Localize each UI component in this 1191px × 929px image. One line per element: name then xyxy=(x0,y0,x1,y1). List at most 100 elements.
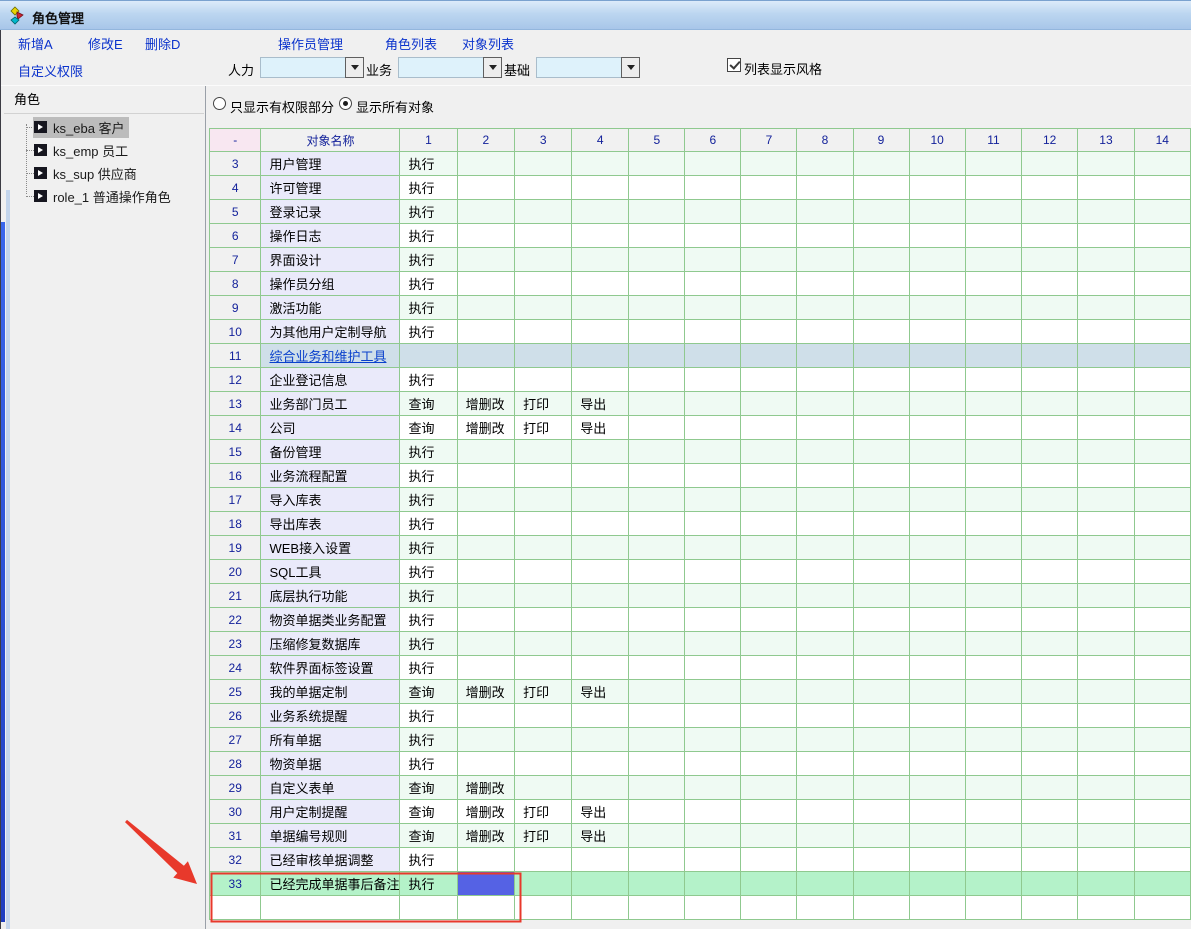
permission-cell[interactable] xyxy=(1134,728,1190,752)
permission-cell[interactable] xyxy=(1078,152,1134,176)
permission-cell[interactable] xyxy=(965,752,1021,776)
permission-cell[interactable] xyxy=(572,728,629,752)
permission-cell[interactable] xyxy=(853,680,909,704)
object-name-cell[interactable]: 业务系统提醒 xyxy=(261,704,400,728)
permission-cell[interactable] xyxy=(515,224,572,248)
permission-cell[interactable] xyxy=(1022,416,1078,440)
row-number-cell[interactable]: 15 xyxy=(210,440,261,464)
permission-cell[interactable] xyxy=(909,200,965,224)
permission-cell[interactable] xyxy=(1134,272,1190,296)
permission-cell[interactable] xyxy=(909,248,965,272)
permission-cell[interactable] xyxy=(965,728,1021,752)
permission-cell[interactable] xyxy=(1022,152,1078,176)
permission-cell[interactable] xyxy=(685,440,741,464)
permission-cell[interactable] xyxy=(629,704,685,728)
permission-cell[interactable] xyxy=(515,560,572,584)
permission-cell[interactable] xyxy=(1022,872,1078,896)
permission-cell[interactable] xyxy=(629,296,685,320)
permission-cell[interactable] xyxy=(741,224,797,248)
permission-cell[interactable]: 执行 xyxy=(400,272,457,296)
permission-cell[interactable]: 执行 xyxy=(400,848,457,872)
permission-cell[interactable] xyxy=(965,704,1021,728)
radio-show-permitted-only[interactable] xyxy=(213,97,226,110)
permission-cell[interactable] xyxy=(797,824,853,848)
permission-cell[interactable] xyxy=(685,320,741,344)
permission-cell[interactable] xyxy=(629,728,685,752)
permission-cell[interactable] xyxy=(1022,848,1078,872)
permission-cell[interactable] xyxy=(741,632,797,656)
object-name-cell[interactable]: 软件界面标签设置 xyxy=(261,656,400,680)
permission-cell[interactable] xyxy=(909,872,965,896)
permission-cell[interactable]: 查询 xyxy=(400,776,457,800)
permission-cell[interactable] xyxy=(629,440,685,464)
permission-cell[interactable] xyxy=(1078,800,1134,824)
permission-cell[interactable]: 查询 xyxy=(400,416,457,440)
permission-cell[interactable] xyxy=(1078,608,1134,632)
object-name-cell[interactable]: 企业登记信息 xyxy=(261,368,400,392)
permission-cell[interactable]: 执行 xyxy=(400,584,457,608)
permission-cell[interactable] xyxy=(797,800,853,824)
permission-cell[interactable] xyxy=(741,752,797,776)
permission-cell[interactable]: 执行 xyxy=(400,440,457,464)
permission-cell[interactable] xyxy=(572,296,629,320)
permission-cell[interactable] xyxy=(515,344,572,368)
permission-cell[interactable] xyxy=(1078,272,1134,296)
permission-cell[interactable] xyxy=(965,824,1021,848)
permission-cell[interactable] xyxy=(629,512,685,536)
permission-cell[interactable] xyxy=(1134,824,1190,848)
permission-cell[interactable] xyxy=(853,176,909,200)
object-name-cell[interactable]: 压缩修复数据库 xyxy=(261,632,400,656)
permission-cell[interactable] xyxy=(741,392,797,416)
permission-cell[interactable]: 执行 xyxy=(400,368,457,392)
permission-cell[interactable] xyxy=(457,440,515,464)
permission-cell[interactable] xyxy=(1078,512,1134,536)
permission-cell[interactable] xyxy=(797,776,853,800)
permission-cell[interactable] xyxy=(741,680,797,704)
permission-cell[interactable] xyxy=(853,344,909,368)
permission-cell[interactable] xyxy=(1078,584,1134,608)
row-number-cell[interactable]: 27 xyxy=(210,728,261,752)
object-name-cell[interactable]: 登录记录 xyxy=(261,200,400,224)
permission-cell[interactable] xyxy=(797,536,853,560)
permission-cell[interactable] xyxy=(1078,440,1134,464)
row-number-cell[interactable]: 33 xyxy=(210,872,261,896)
permission-cell[interactable] xyxy=(457,368,515,392)
object-name-cell[interactable]: 为其他用户定制导航 xyxy=(261,320,400,344)
permission-cell[interactable] xyxy=(965,872,1021,896)
permission-cell[interactable] xyxy=(1078,848,1134,872)
permission-cell[interactable] xyxy=(1078,776,1134,800)
permission-cell[interactable] xyxy=(909,344,965,368)
permission-cell[interactable]: 增删改 xyxy=(457,776,515,800)
permission-cell[interactable] xyxy=(685,248,741,272)
row-number-cell[interactable]: 25 xyxy=(210,680,261,704)
permission-cell[interactable] xyxy=(909,392,965,416)
permission-cell[interactable] xyxy=(685,272,741,296)
permission-cell[interactable]: 导出 xyxy=(572,824,629,848)
permission-cell[interactable] xyxy=(797,440,853,464)
object-name-cell[interactable]: 业务流程配置 xyxy=(261,464,400,488)
permission-cell[interactable] xyxy=(572,752,629,776)
permission-cell[interactable] xyxy=(741,800,797,824)
permission-cell[interactable] xyxy=(515,176,572,200)
permission-cell[interactable] xyxy=(1078,464,1134,488)
permission-cell[interactable] xyxy=(853,200,909,224)
permission-cell[interactable]: 执行 xyxy=(400,296,457,320)
object-name-cell[interactable]: 底层执行功能 xyxy=(261,584,400,608)
permission-cell[interactable] xyxy=(457,872,515,896)
permission-cell[interactable] xyxy=(685,416,741,440)
permission-cell[interactable] xyxy=(909,824,965,848)
permission-cell[interactable] xyxy=(457,296,515,320)
permission-cell[interactable] xyxy=(1022,392,1078,416)
permission-cell[interactable] xyxy=(685,656,741,680)
permission-cell[interactable] xyxy=(1134,512,1190,536)
permission-cell[interactable] xyxy=(629,776,685,800)
permission-cell[interactable] xyxy=(741,464,797,488)
permission-cell[interactable] xyxy=(1022,272,1078,296)
permission-cell[interactable] xyxy=(1078,224,1134,248)
permission-cell[interactable] xyxy=(1134,464,1190,488)
permission-cell[interactable] xyxy=(629,248,685,272)
hr-filter-combobox[interactable] xyxy=(260,57,364,78)
permission-cell[interactable] xyxy=(741,704,797,728)
permission-cell[interactable] xyxy=(457,320,515,344)
permission-cell[interactable] xyxy=(965,512,1021,536)
